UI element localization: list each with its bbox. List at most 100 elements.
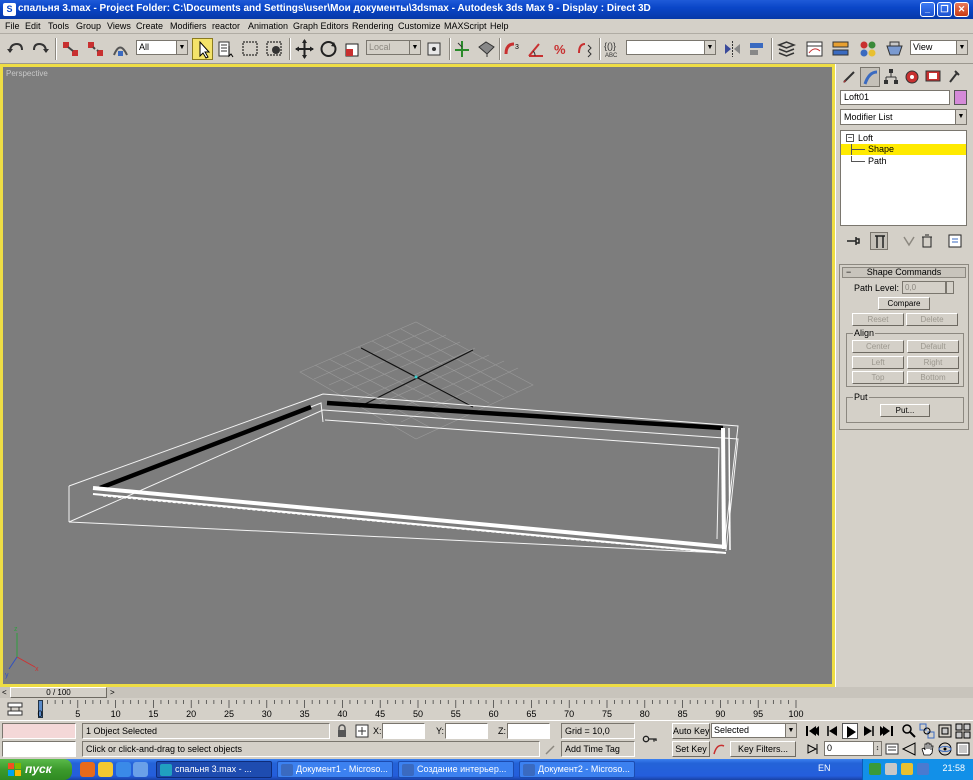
set-key-filter-icon[interactable]: [711, 741, 727, 757]
go-to-end-icon[interactable]: [879, 723, 895, 739]
absolute-mode-transform-icon[interactable]: [354, 723, 370, 739]
mirror-icon[interactable]: [722, 38, 743, 60]
align-left-button[interactable]: Left: [852, 356, 904, 369]
reset-button[interactable]: Reset: [852, 313, 904, 326]
previous-frame-icon[interactable]: <: [2, 688, 7, 697]
zoom-extents-all-icon[interactable]: [955, 723, 971, 739]
messenger-quicklaunch-icon[interactable]: [98, 762, 113, 777]
make-unique-icon[interactable]: [900, 232, 918, 250]
menu-reactor[interactable]: reactor: [212, 21, 240, 31]
selection-filter-dropdown[interactable]: All ▼: [136, 40, 188, 55]
current-frame-field[interactable]: 0 ↕: [824, 741, 882, 756]
redo-icon[interactable]: [30, 38, 51, 60]
window-crossing-icon[interactable]: [264, 38, 285, 60]
modify-tab-icon[interactable]: [860, 67, 880, 87]
previous-frame-button-icon[interactable]: [824, 723, 840, 739]
field-of-view-icon[interactable]: [901, 741, 917, 757]
menu-create[interactable]: Create: [136, 21, 163, 31]
select-and-manipulate-icon[interactable]: [452, 38, 473, 60]
maximize-viewport-icon[interactable]: [955, 741, 971, 757]
add-time-tag[interactable]: Add Time Tag: [561, 741, 635, 757]
key-mode-toggle-icon[interactable]: [804, 741, 820, 757]
mini-curve-editor-icon[interactable]: [6, 701, 24, 717]
time-tag-icon[interactable]: [542, 742, 558, 758]
configure-modifier-sets-icon[interactable]: [946, 232, 964, 250]
restore-button[interactable]: ❐: [937, 2, 952, 17]
taskbar-item-interior[interactable]: Создание интерьер...: [398, 761, 514, 778]
select-and-link-icon[interactable]: [60, 38, 81, 60]
menu-animation[interactable]: Animation: [248, 21, 288, 31]
stack-item-shape[interactable]: Shape: [841, 144, 966, 155]
zoom-icon[interactable]: [901, 723, 917, 739]
stack-item-path[interactable]: Path: [841, 156, 966, 167]
time-slider[interactable]: < 0 / 100 >: [0, 687, 973, 698]
undo-icon[interactable]: [5, 38, 26, 60]
language-indicator[interactable]: EN: [818, 763, 831, 773]
x-coordinate-field[interactable]: [382, 723, 425, 739]
auto-key-button[interactable]: Auto Key: [672, 723, 710, 739]
start-button[interactable]: пуск: [0, 759, 72, 780]
select-and-move-icon[interactable]: [294, 38, 315, 60]
track-ruler[interactable]: 0 5 10 15 20 25 30 35 40 45 50 55 60 65 70 75 80 85 90 95 10…: [36, 700, 806, 719]
edit-named-selection-icon[interactable]: {()} ABC: [602, 38, 623, 60]
go-to-start-icon[interactable]: [804, 723, 820, 739]
menu-edit[interactable]: Edit: [25, 21, 41, 31]
next-frame-icon[interactable]: >: [110, 688, 115, 697]
put-button[interactable]: Put...: [880, 404, 930, 417]
motion-tab-icon[interactable]: [902, 67, 922, 87]
rollout-header[interactable]: − Shape Commands: [842, 267, 966, 278]
object-name-field[interactable]: Loft01: [840, 90, 950, 105]
select-and-scale-icon[interactable]: [342, 38, 363, 60]
select-by-name-icon[interactable]: [216, 38, 237, 60]
show-end-result-icon[interactable]: [870, 232, 888, 250]
menu-graph-editors[interactable]: Graph Editors: [293, 21, 349, 31]
menu-modifiers[interactable]: Modifiers: [170, 21, 207, 31]
set-key-button[interactable]: Set Key: [672, 741, 710, 757]
collapse-icon[interactable]: −: [846, 134, 854, 142]
taskbar-item-word-doc1[interactable]: Документ1 - Microso...: [277, 761, 393, 778]
z-coordinate-field[interactable]: [507, 723, 550, 739]
lock-selection-icon[interactable]: [334, 723, 350, 739]
play-icon[interactable]: [842, 723, 858, 739]
next-frame-button-icon[interactable]: [861, 723, 877, 739]
show-desktop-icon[interactable]: [133, 762, 148, 777]
maxscript-listener-pink[interactable]: [2, 723, 76, 739]
pan-hand-icon[interactable]: [919, 741, 935, 757]
render-type-dropdown[interactable]: View ▼: [910, 40, 968, 55]
align-icon[interactable]: [746, 38, 767, 60]
display-tab-icon[interactable]: [923, 67, 943, 87]
pivot-center-icon[interactable]: [424, 38, 445, 60]
menu-help[interactable]: Help: [490, 21, 509, 31]
schematic-view-icon[interactable]: [830, 38, 851, 60]
key-mode-dropdown[interactable]: Selected ▼: [711, 723, 797, 738]
y-coordinate-field[interactable]: [445, 723, 488, 739]
keyboard-shortcut-override-icon[interactable]: [476, 38, 497, 60]
menu-views[interactable]: Views: [107, 21, 131, 31]
select-and-rotate-icon[interactable]: [318, 38, 339, 60]
delete-button[interactable]: Delete: [906, 313, 958, 326]
menu-group[interactable]: Group: [76, 21, 101, 31]
compare-button[interactable]: Compare: [878, 297, 930, 310]
zoom-all-icon[interactable]: [919, 723, 935, 739]
remove-modifier-icon[interactable]: [918, 232, 936, 250]
perspective-viewport[interactable]: Perspective x z y: [3, 67, 832, 684]
object-color-swatch[interactable]: [954, 90, 967, 105]
path-level-spinner[interactable]: 0,0: [902, 281, 946, 294]
3dsmax-app-icon[interactable]: S: [3, 3, 16, 16]
hierarchy-tab-icon[interactable]: [881, 67, 901, 87]
utilities-tab-icon[interactable]: [944, 67, 964, 87]
time-slider-thumb[interactable]: 0 / 100: [10, 687, 107, 698]
taskbar-item-word-doc2[interactable]: Документ2 - Microso...: [519, 761, 635, 778]
menu-customize[interactable]: Customize: [398, 21, 441, 31]
menu-maxscript[interactable]: MAXScript: [444, 21, 487, 31]
unlink-selection-icon[interactable]: [85, 38, 106, 60]
material-editor-icon[interactable]: [858, 38, 879, 60]
create-tab-icon[interactable]: [839, 67, 859, 87]
align-center-button[interactable]: Center: [852, 340, 904, 353]
menu-file[interactable]: File: [5, 21, 20, 31]
minimize-button[interactable]: _: [920, 2, 935, 17]
reference-coordinate-dropdown[interactable]: Local ▼: [366, 40, 421, 55]
menu-tools[interactable]: Tools: [48, 21, 69, 31]
align-default-button[interactable]: Default: [907, 340, 959, 353]
rectangular-selection-icon[interactable]: [240, 38, 261, 60]
